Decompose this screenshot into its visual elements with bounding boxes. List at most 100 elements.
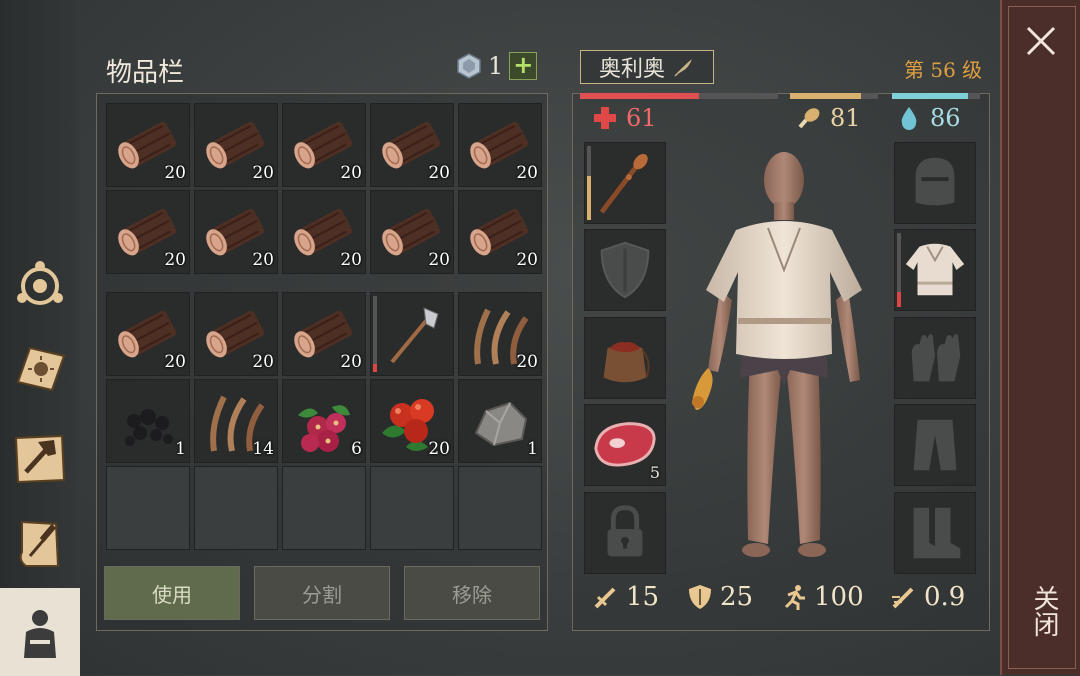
health-value: 61 (626, 104, 657, 132)
equip-slot-shield[interactable] (584, 229, 666, 311)
item-count: 20 (164, 352, 186, 372)
close-icon[interactable] (1022, 22, 1060, 60)
item-count: 1 (175, 439, 186, 459)
item-count: 20 (428, 439, 450, 459)
item-count: 20 (516, 352, 538, 372)
inventory-slot[interactable]: 20 (282, 190, 366, 274)
water-drop-icon (901, 107, 917, 130)
equip-slot-bag[interactable] (584, 317, 666, 399)
health-stat: 61 (592, 104, 657, 132)
nav-scroll-button[interactable] (6, 510, 74, 578)
inventory-slot[interactable]: 20 (458, 103, 542, 187)
nav-book-button[interactable] (6, 336, 74, 404)
item-count: 20 (164, 163, 186, 183)
inventory-slot-empty[interactable] (458, 466, 542, 550)
hunger-bar (790, 93, 878, 99)
inventory-slot[interactable]: 20 (194, 103, 278, 187)
inventory-slot[interactable]: 6 (282, 379, 366, 463)
equip-slot-gloves[interactable] (894, 317, 976, 399)
equip-slot-pants[interactable] (894, 404, 976, 486)
speed-value: 100 (814, 582, 864, 612)
gem-counter: 1 + (456, 52, 538, 80)
pants-icon (913, 419, 957, 471)
inventory-slot[interactable]: 14 (194, 379, 278, 463)
item-count: 20 (252, 250, 274, 270)
boots-icon (913, 507, 961, 559)
hunger-value: 81 (830, 104, 861, 132)
coal-icon (125, 409, 173, 446)
inventory-slot[interactable]: 20 (370, 103, 454, 187)
gem-count-value: 1 (488, 52, 504, 80)
inventory-slot[interactable]: 20 (194, 190, 278, 274)
attack-stat: 15 (592, 582, 659, 612)
defense-shield-icon (689, 585, 711, 609)
inventory-slot-empty[interactable] (282, 466, 366, 550)
remove-button[interactable]: 移除 (404, 566, 540, 620)
nav-craft-button[interactable] (6, 424, 74, 492)
character-icon (24, 610, 56, 658)
drumstick-icon (798, 108, 820, 129)
inventory-slot[interactable]: 20 (194, 292, 278, 376)
running-icon (784, 585, 805, 610)
close-panel[interactable] (1000, 0, 1080, 675)
inventory-slot[interactable]: 20 (370, 379, 454, 463)
inventory-slot[interactable]: 20 (106, 292, 190, 376)
equip-slot-boots[interactable] (894, 492, 976, 574)
character-name-field[interactable]: 奥利奥 (580, 50, 714, 84)
equip-slot-shirt[interactable] (894, 229, 976, 311)
thirst-bar (892, 93, 980, 99)
add-gem-button[interactable]: + (509, 52, 538, 80)
inventory-slot[interactable]: 20 (106, 190, 190, 274)
attack-value: 15 (626, 582, 660, 612)
attack-speed-stat: 0.9 (890, 582, 965, 612)
item-count: 20 (428, 250, 450, 270)
thirst-stat: 86 (896, 104, 961, 132)
item-count: 20 (428, 163, 450, 183)
shirt-icon (905, 243, 965, 296)
defense-value: 25 (720, 582, 754, 612)
character-level: 第 56 级 (904, 58, 983, 82)
use-button[interactable]: 使用 (104, 566, 240, 620)
defense-stat: 25 (686, 582, 753, 612)
character-figure (692, 152, 862, 557)
inventory-slot[interactable]: 20 (282, 292, 366, 376)
item-count: 14 (252, 439, 274, 459)
item-count: 1 (527, 439, 538, 459)
nav-compass-button[interactable] (6, 250, 74, 318)
durability-bar (373, 296, 377, 372)
item-count: 20 (340, 352, 362, 372)
berries-icon (298, 405, 350, 452)
equip-slot-lock[interactable] (584, 492, 666, 574)
item-count: 20 (252, 163, 274, 183)
sun-book-icon (16, 346, 66, 392)
inventory-slot[interactable]: 20 (458, 190, 542, 274)
nav-character-button[interactable] (0, 588, 80, 676)
compass-icon (17, 261, 63, 305)
thirst-value: 86 (930, 104, 961, 132)
bag-icon (603, 342, 650, 383)
equip-slot-club[interactable] (584, 142, 666, 224)
helmet-icon (915, 157, 955, 206)
close-label[interactable]: 关闭 (1026, 585, 1063, 637)
split-button[interactable]: 分割 (254, 566, 390, 620)
speed-stat: 100 (780, 582, 864, 612)
inventory-slot[interactable]: 20 (370, 190, 454, 274)
inventory-slot-empty[interactable] (370, 466, 454, 550)
attack-speed-icon (892, 587, 914, 609)
gem-icon (457, 53, 481, 79)
health-bar (580, 93, 778, 99)
attack-speed-value: 0.9 (924, 582, 966, 612)
equip-slot-helmet[interactable] (894, 142, 976, 224)
inventory-slot[interactable]: 20 (106, 103, 190, 187)
item-count: 6 (351, 439, 362, 459)
inventory-slot-empty[interactable] (106, 466, 190, 550)
inventory-slot[interactable]: 1 (106, 379, 190, 463)
inventory-slot-empty[interactable] (194, 466, 278, 550)
inventory-title: 物品栏 (106, 58, 185, 88)
inventory-slot[interactable]: 20 (458, 292, 542, 376)
inventory-slot[interactable]: 1 (458, 379, 542, 463)
inventory-slot[interactable] (370, 292, 454, 376)
item-count: 20 (516, 250, 538, 270)
inventory-slot[interactable]: 20 (282, 103, 366, 187)
equip-slot-meat[interactable]: 5 (584, 404, 666, 486)
